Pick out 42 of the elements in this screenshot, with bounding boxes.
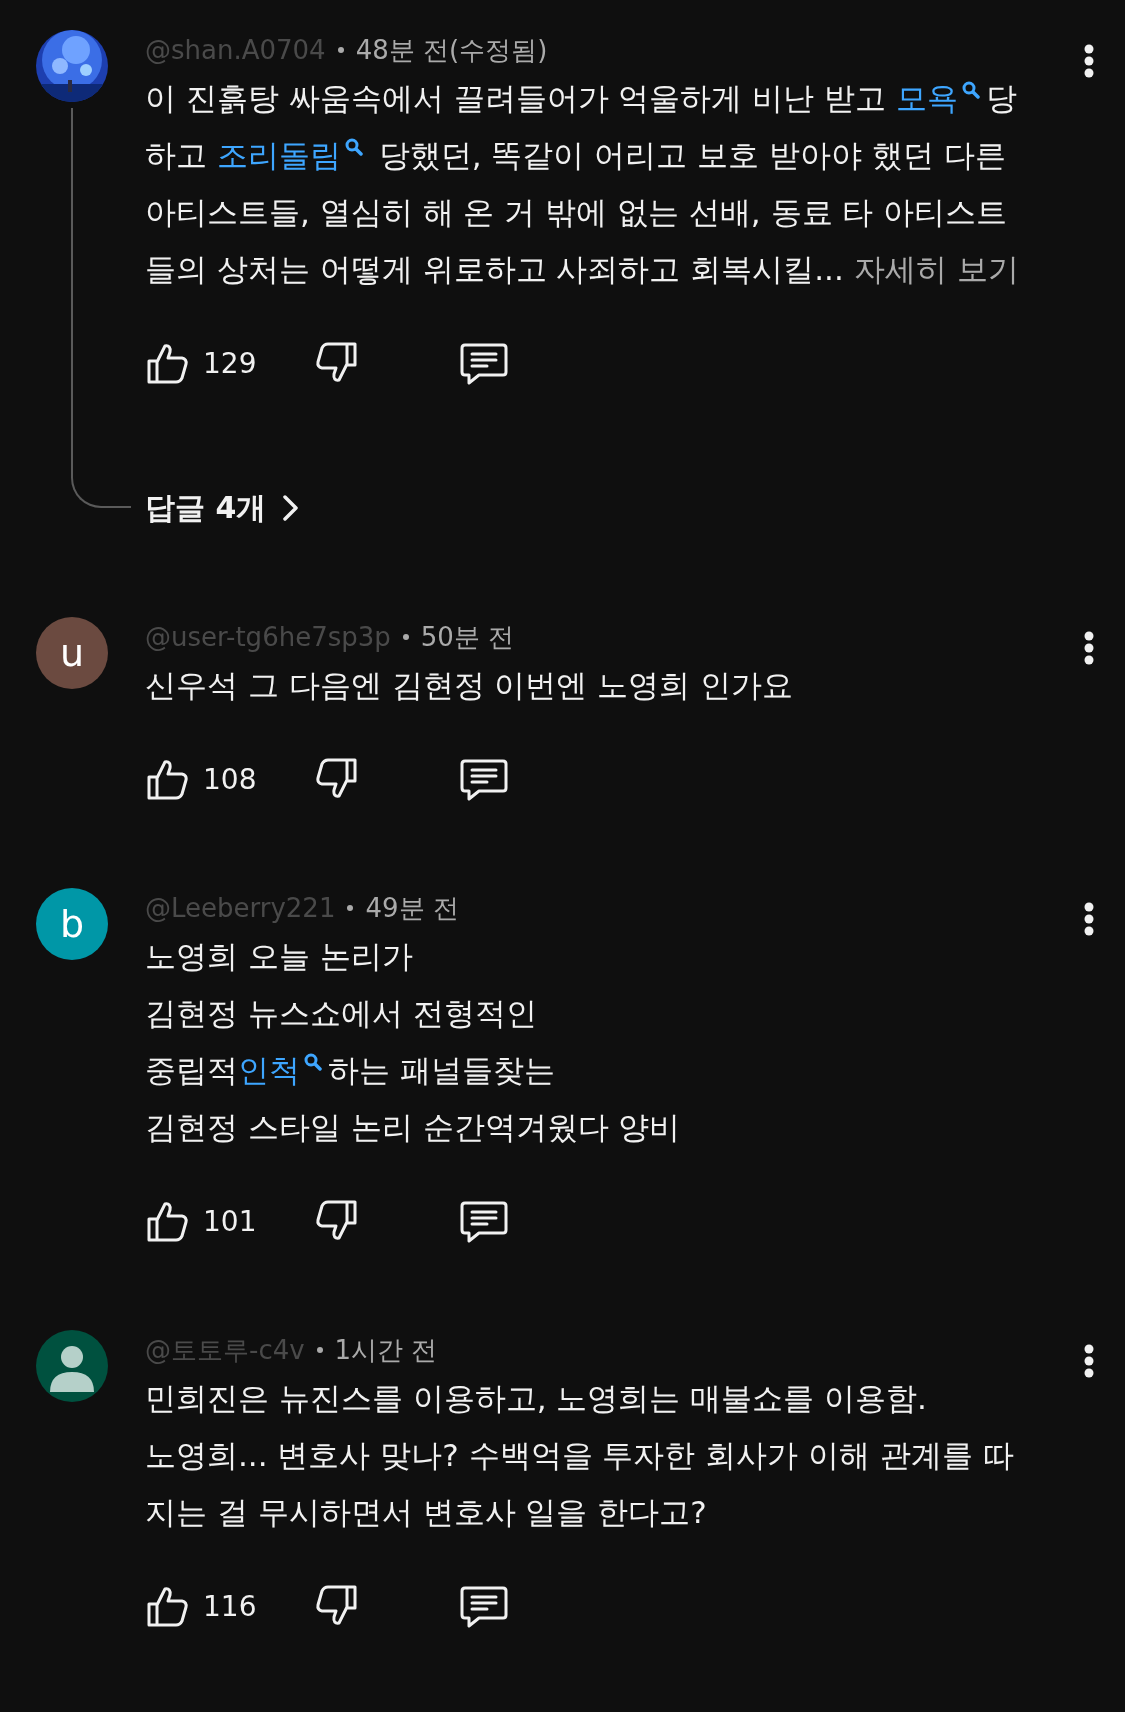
like-count: 101 (203, 1204, 258, 1238)
search-icon (304, 1053, 322, 1071)
comment-text: 노영희 오늘 논리가 (145, 938, 413, 974)
like-count: 108 (203, 762, 258, 796)
read-more-link[interactable]: 자세히 보기 (853, 251, 1019, 287)
like-count: 129 (203, 346, 258, 380)
chevron-right-icon (282, 494, 301, 522)
search-link[interactable]: 조리돌림 (216, 137, 341, 173)
comment-text: 하는 패널들찾는 (328, 1052, 555, 1088)
comment-text: 김현정 뉴스쇼에서 전형적인 (145, 995, 537, 1031)
comment-text: 당 (986, 80, 1017, 116)
timestamp: 1시간 전 (334, 1333, 438, 1367)
user-avatar[interactable]: u (36, 617, 108, 689)
comment-text: 중립적 (145, 1052, 238, 1088)
comment-text: 지는 걸 무시하면서 변호사 일을 한다고? (145, 1494, 707, 1530)
comment-text: 들의 상처는 어떻게 위로하고 사죄하고 회복시킬... (145, 251, 845, 287)
more-options-icon[interactable] (1084, 631, 1094, 665)
comment-text: 신우석 그 다음엔 김현정 이번엔 노영희 인가요 (145, 667, 794, 703)
timestamp: 49분 전 (365, 891, 459, 925)
search-link[interactable]: 인척 (238, 1052, 300, 1088)
user-avatar[interactable]: b (36, 888, 108, 960)
more-options-icon[interactable] (1084, 44, 1094, 78)
comment-text: 하고 (145, 137, 208, 173)
separator-dot-icon (347, 905, 354, 911)
more-options-icon[interactable] (1084, 902, 1094, 936)
comment-text: 이 진흙탕 싸움속에서 끌려들어가 억울하게 비난 받고 (145, 80, 888, 116)
search-icon (962, 81, 980, 99)
comment-text: 아티스트들, 열심히 해 온 거 밖에 없는 선배, 동료 타 아티스트 (145, 194, 1008, 230)
timestamp: 50분 전 (420, 620, 515, 654)
comment-text: 민희진은 뉴진스를 이용하고, 노영희는 매불쇼를 이용함. (145, 1380, 927, 1416)
replies-button[interactable]: 답글 4개 (145, 483, 301, 533)
search-icon (344, 138, 363, 156)
separator-dot-icon (402, 634, 409, 640)
comment-text: 노영희... 변호사 맞나? 수백억을 투자한 회사가 이해 관계를 따 (145, 1437, 1014, 1473)
search-link[interactable]: 모욕 (896, 80, 958, 116)
more-options-icon[interactable] (1084, 1344, 1094, 1378)
separator-dot-icon (316, 1347, 323, 1353)
comment-text: 김현정 스타일 논리 순간역겨웠다 양비 (145, 1109, 681, 1145)
comment-text: 당했던, 똑같이 어리고 보호 받아야 했던 다른 (377, 137, 1006, 173)
timestamp: 48분 전(수정됨) (355, 33, 548, 67)
like-count: 116 (203, 1589, 258, 1623)
separator-dot-icon (337, 47, 344, 53)
